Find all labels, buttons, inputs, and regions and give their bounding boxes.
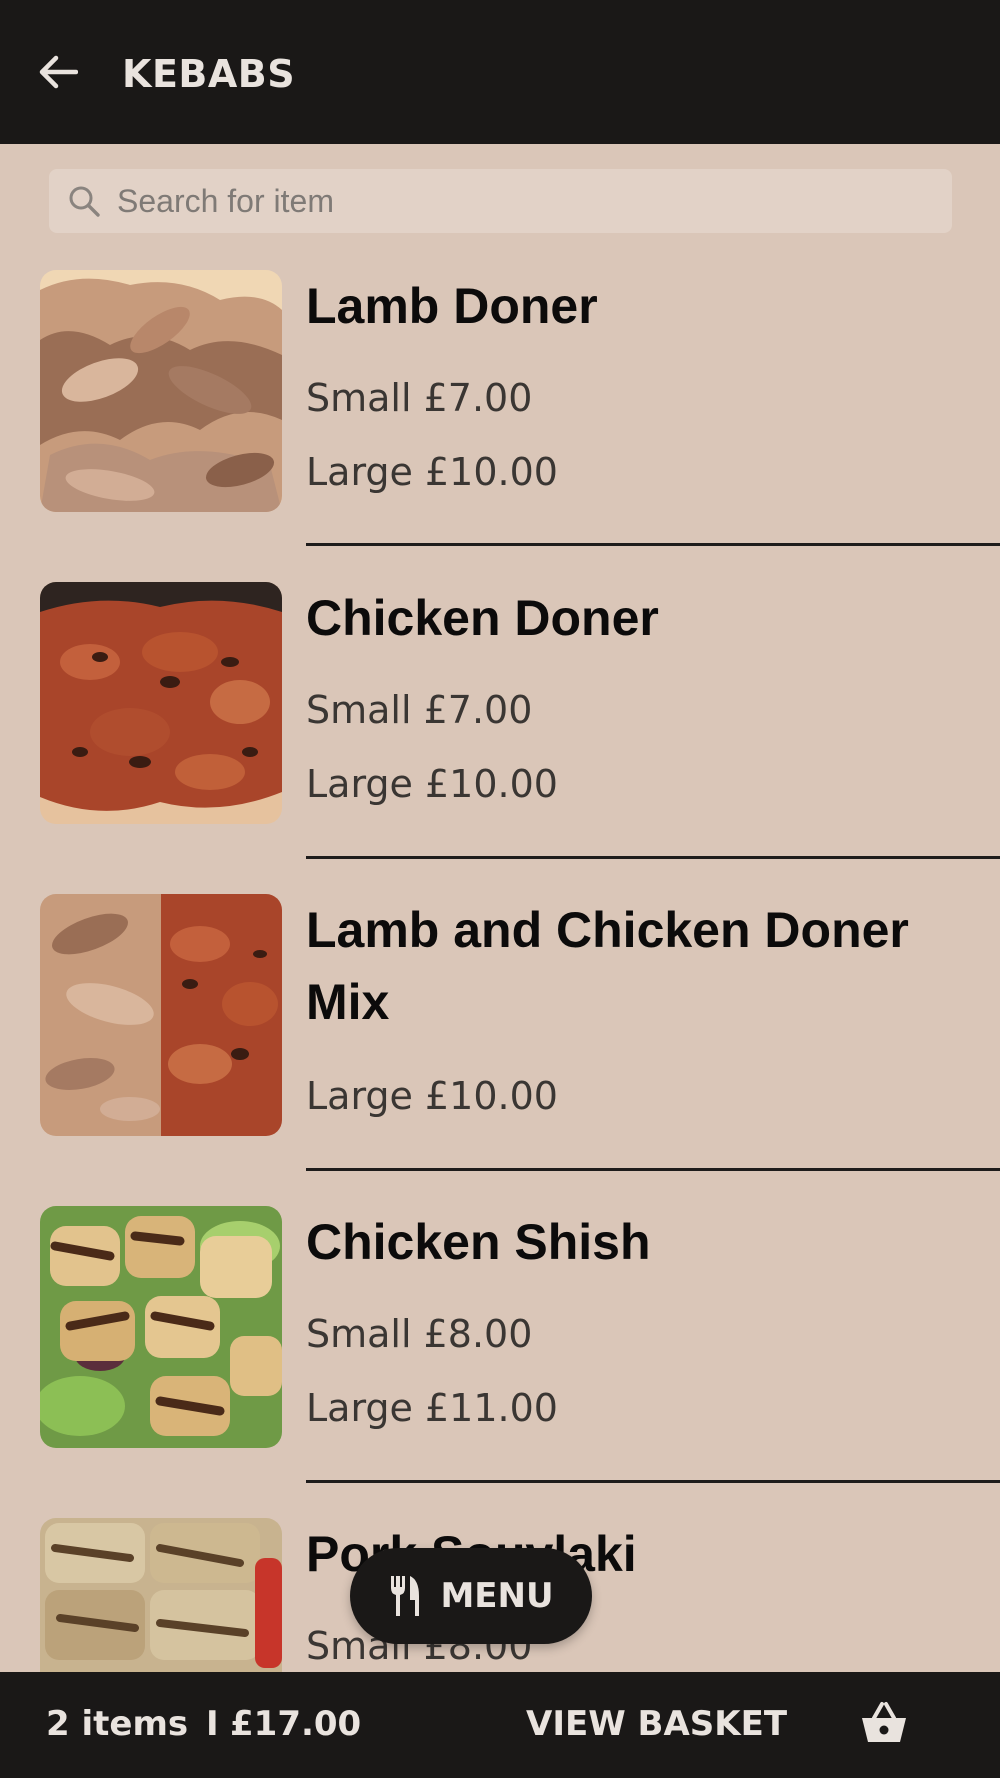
pork-souvlaki-photo [40,1518,282,1672]
item-name: Chicken Shish [306,1214,651,1270]
menu-item-lamb-doner[interactable]: Lamb Doner Small £7.00 Large £10.00 [0,270,1000,570]
item-name: Chicken Doner [306,590,659,646]
item-divider [306,1168,1000,1171]
item-divider [306,856,1000,859]
search-bar[interactable] [49,169,952,233]
item-price-large: Large £10.00 [306,762,558,806]
basket-separator: I [206,1704,219,1744]
view-basket-button[interactable]: VIEW BASKET [526,1704,787,1744]
basket-icon[interactable] [860,1700,908,1746]
item-price-large: Large £10.00 [306,1074,558,1118]
item-name: Lamb Doner [306,278,598,334]
lamb-doner-photo [40,270,282,512]
app-header: KEBABS [0,0,1000,144]
mixed-doner-photo [40,894,282,1136]
item-price-large: Large £11.00 [306,1386,558,1430]
item-divider [306,1480,1000,1483]
back-button[interactable] [36,50,80,94]
menu-button-label: MENU [440,1576,554,1616]
basket-bar: 2 items I £17.00 VIEW BASKET [0,1672,1000,1778]
menu-item-chicken-doner[interactable]: Chicken Doner Small £7.00 Large £10.00 [0,582,1000,862]
item-price-small: Small £7.00 [306,688,533,732]
menu-button[interactable]: MENU [350,1548,592,1644]
item-divider [306,543,1000,546]
search-icon [69,186,100,217]
item-name: Lamb and Chicken Doner Mix [306,902,909,1030]
chicken-doner-photo [40,582,282,824]
item-price-large: Large £10.00 [306,450,558,494]
item-price-small: Small £8.00 [306,1312,533,1356]
page-title: KEBABS [122,52,296,96]
item-price-small: Small £7.00 [306,376,533,420]
arrow-left-icon [39,55,78,89]
search-input[interactable] [117,169,917,233]
basket-item-count: 2 items [46,1704,189,1744]
chicken-shish-photo [40,1206,282,1448]
basket-total: £17.00 [230,1704,362,1744]
menu-item-lamb-chicken-mix[interactable]: Lamb and Chicken Doner Mix Large £10.00 [0,894,1000,1174]
menu-item-chicken-shish[interactable]: Chicken Shish Small £8.00 Large £11.00 [0,1206,1000,1486]
cutlery-icon [391,1576,420,1616]
